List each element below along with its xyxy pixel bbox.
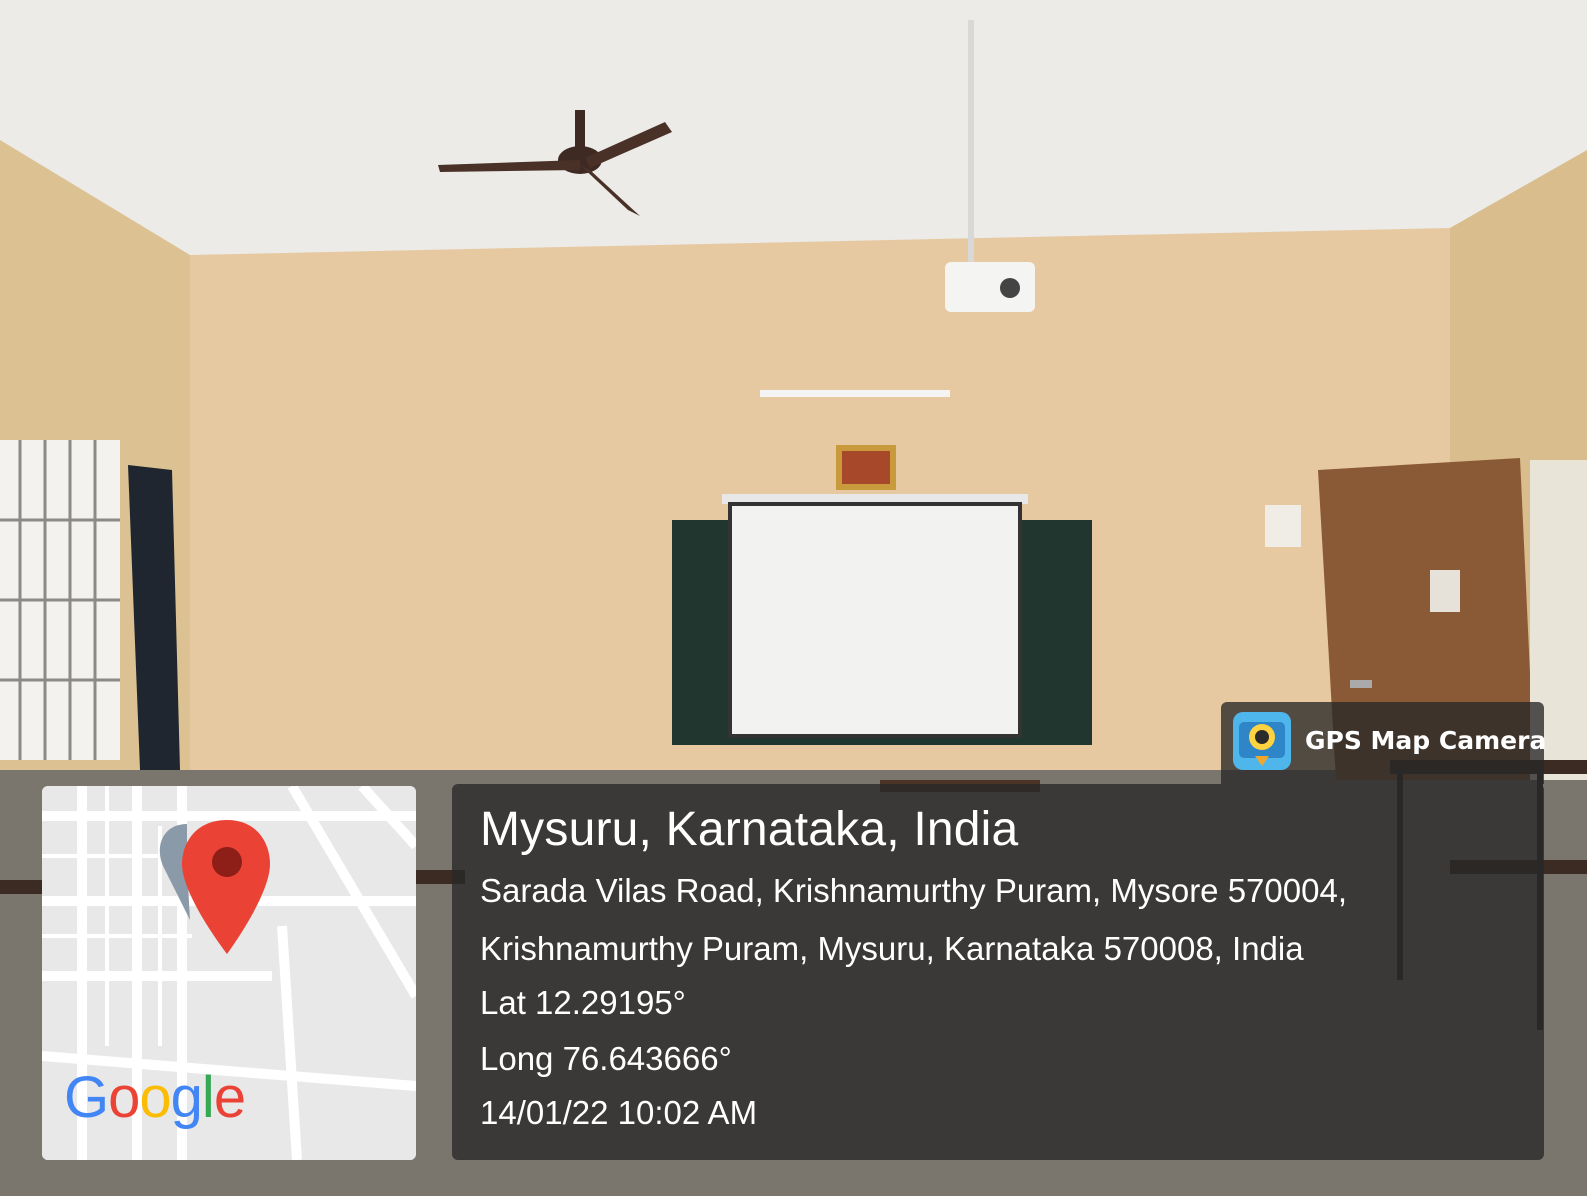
google-logo-letter: o <box>139 1065 171 1130</box>
google-logo-letter: o <box>108 1065 140 1130</box>
timestamp: 14/01/22 10:02 AM <box>480 1094 758 1131</box>
google-logo-letter: e <box>213 1065 246 1130</box>
address-line-1: Sarada Vilas Road, Krishnamurthy Puram, … <box>480 872 1347 909</box>
google-logo: Google <box>64 1064 246 1131</box>
google-logo-letter: G <box>64 1065 109 1130</box>
map-thumbnail: Google <box>42 786 416 1160</box>
location-title: Mysuru, Karnataka, India <box>480 803 1019 856</box>
location-info-panel: Mysuru, Karnataka, India Sarada Vilas Ro… <box>452 784 1544 1160</box>
latitude: Lat 12.29195° <box>480 984 686 1021</box>
google-logo-letter: l <box>201 1065 215 1130</box>
address-line-2: Krishnamurthy Puram, Mysuru, Karnataka 5… <box>480 930 1304 967</box>
longitude: Long 76.643666° <box>480 1040 732 1077</box>
gps-map-camera-app-icon <box>1233 712 1291 770</box>
google-logo-letter: g <box>170 1065 203 1130</box>
gps-map-camera-badge: GPS Map Camera <box>1221 702 1547 784</box>
app-name: GPS Map Camera <box>1305 726 1547 755</box>
